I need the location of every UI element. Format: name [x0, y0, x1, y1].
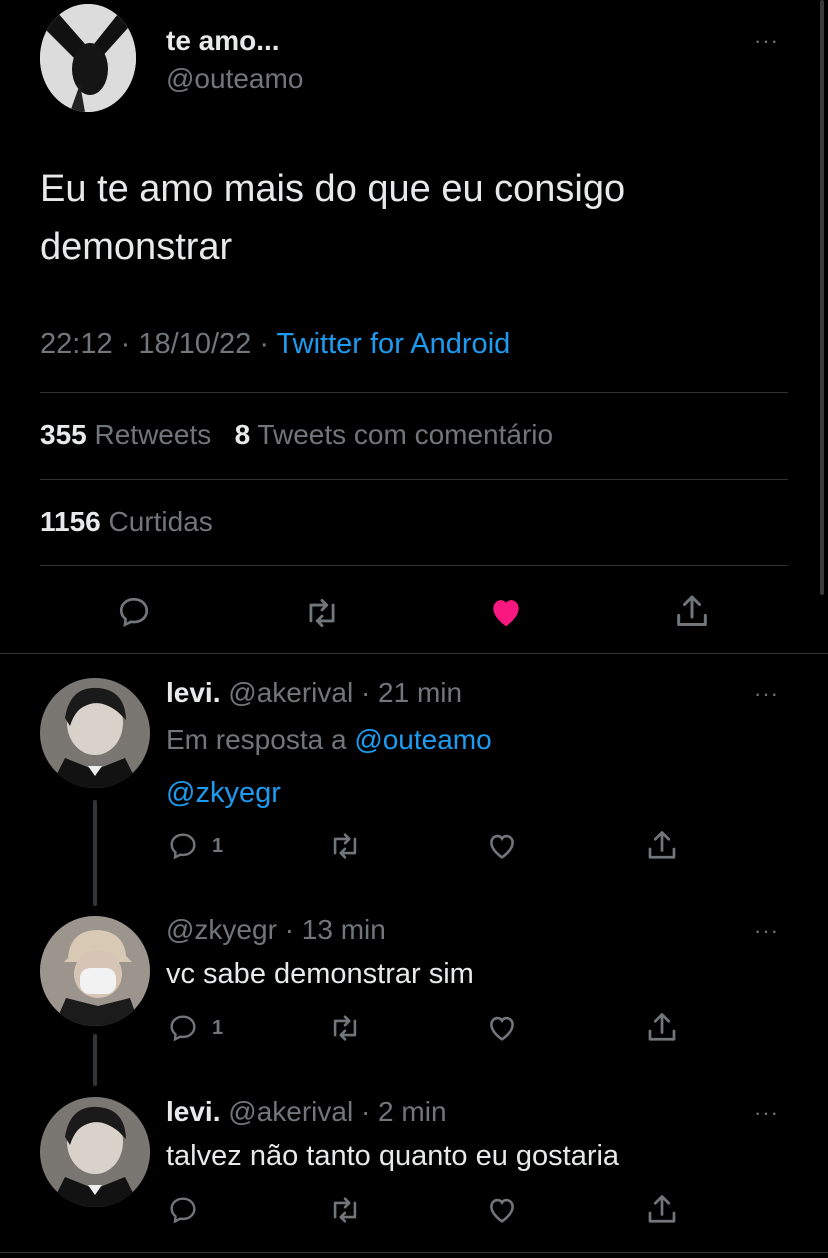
display-name[interactable]: te amo... [166, 25, 280, 57]
tweet-time: 22:12 [40, 328, 113, 360]
avatar-image [40, 1097, 150, 1207]
time-ago: · 21 min [360, 677, 463, 708]
meta-separator: · [120, 328, 131, 360]
avatar[interactable] [40, 4, 136, 112]
like-button[interactable] [484, 1193, 520, 1227]
heart-icon [490, 1016, 514, 1041]
reply-count: 1 [212, 834, 224, 857]
reply-text: vc sabe demonstrar sim [166, 958, 474, 990]
handle: @akerival [228, 1096, 354, 1127]
divider [40, 565, 788, 566]
retweet-button[interactable] [326, 1011, 364, 1045]
retweets-label: Retweets [94, 419, 212, 450]
reply-header[interactable]: levi. @akerival · 2 min [166, 1096, 447, 1128]
thread-line [93, 1034, 97, 1086]
avatar-image [40, 4, 136, 112]
tweet-text-line1: Eu te amo mais do que eu consigo [40, 168, 626, 210]
meta-separator: · [259, 328, 269, 360]
heart-filled-icon [493, 600, 519, 627]
handle[interactable]: @outeamo [166, 63, 303, 95]
thread-line [93, 800, 97, 906]
divider [0, 653, 828, 654]
tweet-source-link[interactable]: Twitter for Android [277, 328, 511, 360]
divider [40, 392, 788, 393]
retweet-button[interactable] [326, 829, 364, 863]
reply-to-handle-link[interactable]: @outeamo [354, 724, 491, 755]
reply-icon [170, 1197, 196, 1224]
likes-label: Curtidas [108, 506, 213, 537]
quotes-count: 8 [234, 419, 251, 450]
scrollbar[interactable] [820, 0, 824, 595]
reply-button[interactable] [115, 594, 153, 630]
tweet-text-line2: demonstrar [40, 226, 233, 268]
likes-count: 1156 [40, 506, 101, 537]
share-icon [648, 1195, 676, 1223]
share-icon [648, 831, 676, 859]
reply-header[interactable]: levi. @akerival · 21 min [166, 677, 462, 709]
share-button[interactable] [644, 1010, 680, 1046]
heart-icon [490, 834, 514, 859]
reply-to-prefix: Em resposta a [166, 724, 347, 755]
reply-text: talvez não tanto quanto eu gostaria [166, 1140, 620, 1172]
share-button[interactable] [644, 1192, 680, 1228]
retweet-icon [333, 1197, 357, 1223]
retweet-icon [309, 598, 335, 628]
mention-link[interactable]: @zkyegr [166, 777, 281, 810]
avatar[interactable] [40, 916, 150, 1026]
divider [40, 479, 788, 480]
more-icon[interactable]: ··· [754, 1102, 779, 1124]
share-icon [648, 1013, 676, 1041]
share-icon [677, 595, 707, 626]
reply-count: 1 [212, 1016, 224, 1039]
retweet-button[interactable] [326, 1193, 364, 1227]
like-button[interactable] [484, 1011, 520, 1045]
like-button[interactable] [484, 829, 520, 863]
retweet-icon [333, 833, 357, 859]
display-name: levi. [166, 1096, 221, 1127]
like-button[interactable] [486, 593, 526, 631]
time-ago: · 13 min [284, 914, 386, 945]
reply-icon [119, 597, 149, 628]
more-icon[interactable]: ··· [754, 920, 779, 942]
handle: @akerival [228, 677, 354, 708]
handle: @zkyegr [166, 914, 277, 945]
avatar[interactable] [40, 678, 150, 788]
avatar-image [40, 678, 150, 788]
reply-context: Em resposta a @outeamo [166, 724, 492, 756]
divider [0, 1252, 828, 1253]
tweet-date: 18/10/22 [138, 328, 252, 360]
more-icon[interactable]: ··· [754, 30, 779, 52]
reply-header[interactable]: @zkyegr · 13 min [166, 914, 386, 946]
retweets-count: 355 [40, 419, 87, 450]
reply-button[interactable]: 1 [166, 830, 223, 862]
retweet-button[interactable] [300, 594, 344, 632]
retweet-icon [333, 1015, 357, 1041]
avatar[interactable] [40, 1097, 150, 1207]
likes-stats[interactable]: 1156 Curtidas [40, 506, 213, 538]
more-icon[interactable]: ··· [754, 683, 779, 705]
share-button[interactable] [672, 592, 712, 632]
time-ago: · 2 min [360, 1096, 447, 1127]
share-button[interactable] [644, 828, 680, 864]
avatar-image [40, 916, 150, 1026]
reply-icon [170, 833, 196, 860]
tweet-meta: 22:12 · 18/10/22 · Twitter for Android [40, 328, 510, 361]
retweet-stats[interactable]: 355 Retweets 8 Tweets com comentário [40, 419, 553, 451]
heart-icon [490, 1198, 514, 1223]
reply-button[interactable]: 1 [166, 1012, 223, 1044]
reply-icon [170, 1015, 196, 1042]
quotes-label: Tweets com comentário [257, 419, 554, 450]
display-name: levi. [166, 677, 221, 708]
reply-button[interactable] [166, 1194, 200, 1226]
